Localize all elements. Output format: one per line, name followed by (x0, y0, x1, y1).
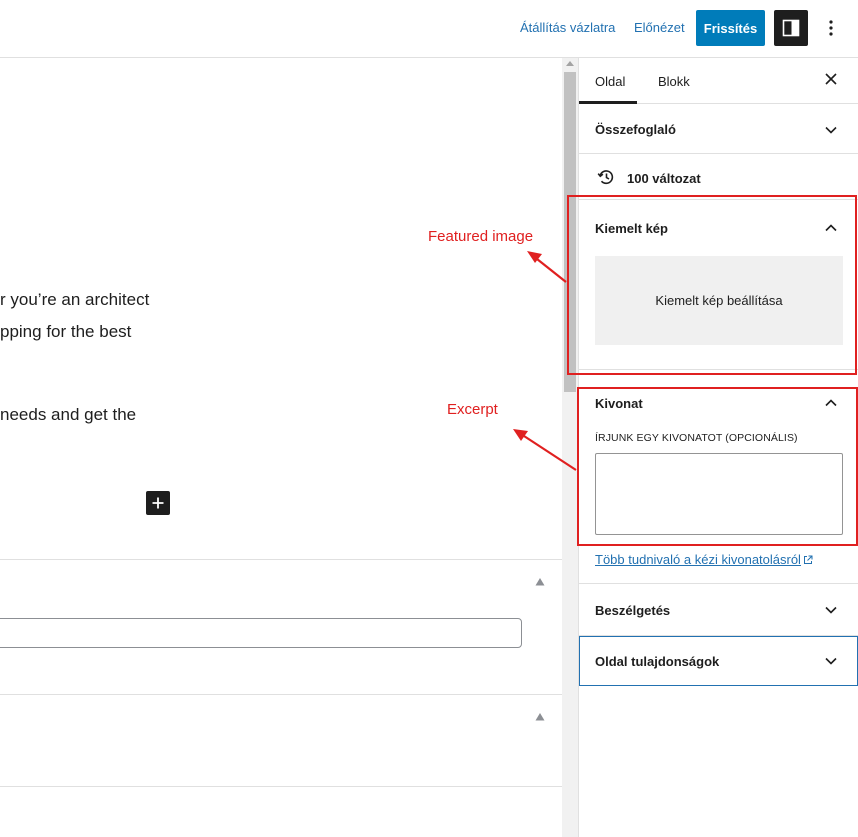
options-menu-button[interactable] (820, 14, 842, 42)
featured-image-highlight (567, 195, 857, 375)
chevron-down-icon (825, 657, 837, 665)
excerpt-help-link[interactable]: Több tudnivaló a kézi kivonatolásról (595, 552, 813, 567)
update-button[interactable]: Frissítés (696, 10, 765, 46)
editor-scrollbar[interactable] (562, 58, 578, 837)
page-attributes-panel[interactable]: Oldal tulajdonságok (579, 636, 858, 686)
collapse-arrow-icon[interactable] (534, 577, 546, 587)
summary-panel[interactable]: Összefoglaló (579, 104, 858, 154)
plus-icon (152, 497, 164, 509)
more-vertical-icon (829, 20, 833, 36)
preview-button[interactable]: Előnézet (634, 20, 685, 35)
sidebar-icon (782, 19, 800, 37)
paragraph-line[interactable]: pping for the best (0, 322, 131, 342)
summary-title: Összefoglaló (595, 122, 676, 137)
editor-header: Átállítás vázlatra Előnézet Frissítés (0, 0, 858, 58)
block-inserter-button[interactable] (146, 491, 170, 515)
discussion-title: Beszélgetés (595, 603, 671, 618)
excerpt-annotation: Excerpt (447, 401, 498, 418)
history-icon (597, 170, 614, 185)
revisions-label: 100 változat (627, 171, 701, 186)
featured-image-annotation: Featured image (428, 228, 534, 245)
discussion-panel[interactable]: Beszélgetés (579, 584, 858, 636)
external-link-icon (803, 555, 813, 564)
editor-canvas[interactable]: r you’re an architect pping for the best… (0, 58, 562, 837)
sidebar-tabs: Oldal Blokk (579, 58, 858, 104)
scroll-up-arrow-icon[interactable] (566, 61, 574, 66)
meta-box-divider (0, 786, 562, 787)
meta-box-divider (0, 694, 562, 695)
chevron-down-icon (825, 606, 837, 614)
settings-sidebar-toggle[interactable] (774, 10, 808, 46)
meta-box-input[interactable] (0, 618, 522, 648)
paragraph-line[interactable]: r you’re an architect (0, 290, 149, 310)
tab-page[interactable]: Oldal (595, 74, 625, 89)
close-icon[interactable] (824, 72, 838, 86)
meta-box-divider (0, 559, 562, 560)
revisions-row[interactable]: 100 változat (579, 154, 858, 200)
excerpt-highlight (577, 387, 858, 546)
paragraph-line[interactable]: needs and get the (0, 405, 136, 425)
switch-to-draft-button[interactable]: Átállítás vázlatra (520, 20, 615, 35)
chevron-down-icon (825, 126, 837, 134)
excerpt-help-link-text[interactable]: Több tudnivaló a kézi kivonatolásról (595, 552, 801, 567)
page-attributes-title: Oldal tulajdonságok (595, 654, 720, 669)
tab-block[interactable]: Blokk (658, 74, 690, 89)
collapse-arrow-icon[interactable] (534, 712, 546, 722)
